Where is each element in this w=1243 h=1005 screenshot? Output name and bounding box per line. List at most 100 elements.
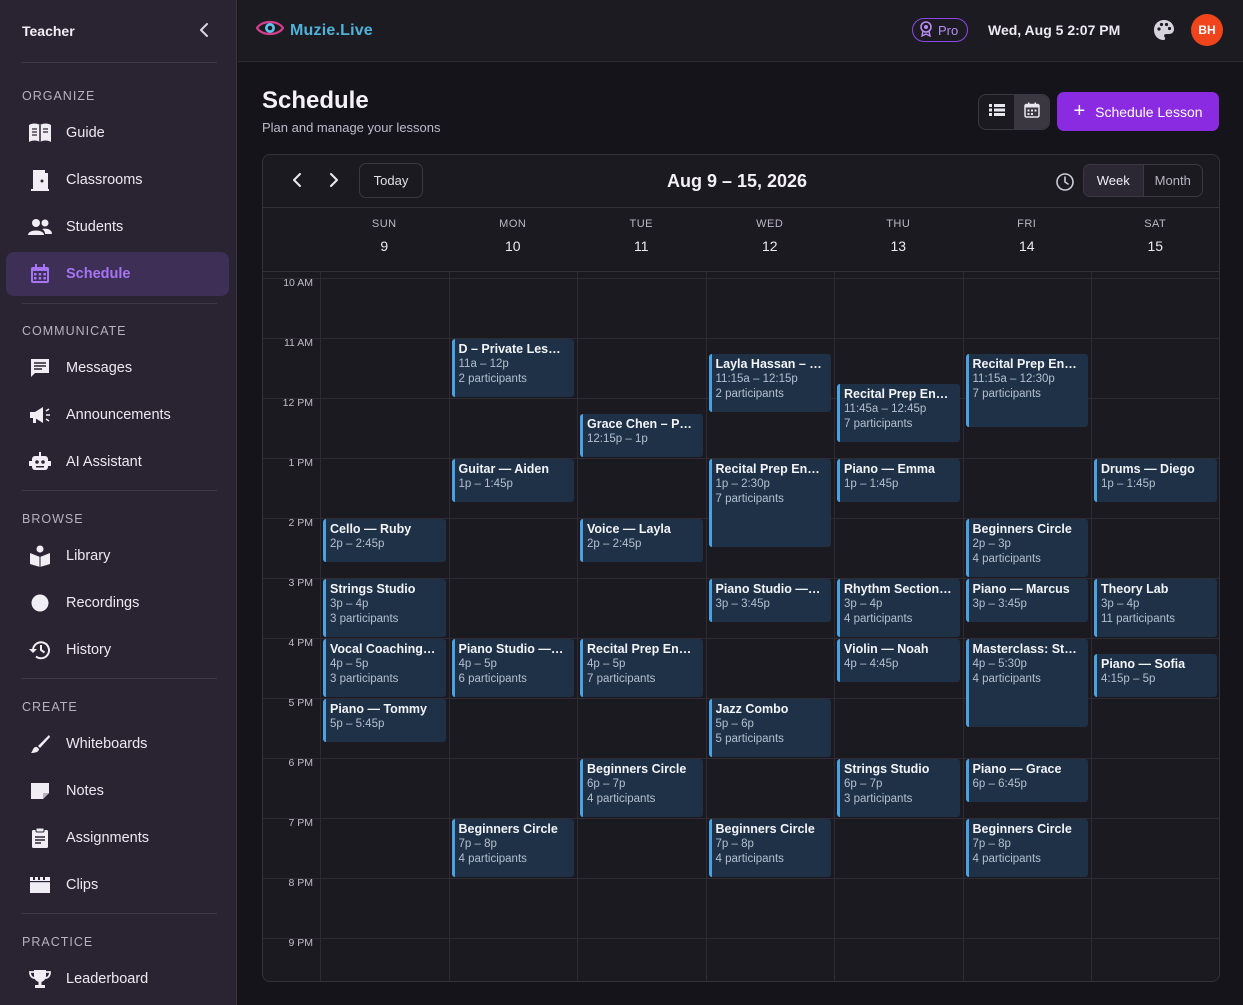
sidebar-item-notes[interactable]: Notes xyxy=(6,769,229,813)
sidebar-item-whiteboards[interactable]: Whiteboards xyxy=(6,722,229,766)
pro-badge[interactable]: Pro xyxy=(912,18,969,42)
month-view-button[interactable]: Month xyxy=(1142,165,1203,196)
lesson-event[interactable]: Masterclass: St… 4p – 5:30p 4 participants xyxy=(965,639,1088,727)
logo[interactable]: Muzie.Live xyxy=(255,18,373,43)
sidebar-divider xyxy=(22,303,217,304)
collapse-sidebar-icon[interactable] xyxy=(194,21,214,42)
event-time: 7p – 8p xyxy=(972,838,1011,850)
sidebar-item-leaderboard[interactable]: Leaderboard xyxy=(6,957,229,1001)
event-title: Recital Prep En… xyxy=(844,387,949,401)
sidebar-item-recordings[interactable]: Recordings xyxy=(6,581,229,625)
lesson-event[interactable]: Jazz Combo 5p – 6p 5 participants xyxy=(708,699,831,757)
event-time: 4p – 5p xyxy=(587,658,626,670)
lesson-event[interactable]: Beginners Circle 7p – 8p 4 participants xyxy=(451,819,574,877)
sidebar-item-label: History xyxy=(66,642,112,658)
list-view-button[interactable] xyxy=(979,95,1014,129)
lesson-event[interactable]: D – Private Les… 11a – 12p 2 participants xyxy=(451,339,574,397)
calendar-view-button[interactable] xyxy=(1014,95,1049,129)
lesson-event[interactable]: Piano — Marcus 3p – 3:45p xyxy=(965,579,1088,622)
event-title: Guitar — Aiden xyxy=(458,462,550,476)
lesson-event[interactable]: Beginners Circle 6p – 7p 4 participants xyxy=(580,759,703,817)
lesson-event[interactable]: Guitar — Aiden 1p – 1:45p xyxy=(451,459,574,502)
lesson-event[interactable]: Drums — Diego 1p – 1:45p xyxy=(1094,459,1217,502)
sidebar-item-guide[interactable]: Guide xyxy=(6,111,229,155)
sidebar-item-announcements[interactable]: Announcements xyxy=(6,393,229,437)
lesson-event[interactable]: Violin — Noah 4p – 4:45p xyxy=(837,639,960,682)
event-time: 4:15p – 5p xyxy=(1101,673,1156,685)
event-participants: 3 participants xyxy=(330,672,399,685)
lesson-event[interactable]: Beginners Circle 2p – 3p 4 participants xyxy=(965,519,1088,577)
event-time: 3p – 3:45p xyxy=(715,598,770,610)
event-participants: 4 participants xyxy=(844,612,913,625)
lesson-event[interactable]: Piano — Emma 1p – 1:45p xyxy=(837,459,960,502)
lesson-event[interactable]: Cello — Ruby 2p – 2:45p xyxy=(323,519,446,562)
event-title: Beginners Circle xyxy=(972,822,1072,836)
event-time: 11:15a – 12:15p xyxy=(715,373,798,385)
lesson-event[interactable]: Strings Studio 6p – 7p 3 participants xyxy=(837,759,960,817)
clock-icon[interactable] xyxy=(1055,172,1075,192)
lesson-event[interactable]: Layla Hassan – … 11:15a – 12:15p 2 partici… xyxy=(708,354,831,412)
event-time: 6p – 7p xyxy=(587,778,626,790)
sidebar-item-students[interactable]: Students xyxy=(6,205,229,249)
sidebar-divider xyxy=(22,678,217,679)
lesson-event[interactable]: Grace Chen – P… 12:15p – 1p xyxy=(580,414,703,457)
robot-icon xyxy=(28,450,52,474)
lesson-event[interactable]: Recital Prep En… 1p – 2:30p 7 participants xyxy=(708,459,831,547)
event-time: 11a – 12p xyxy=(458,358,509,370)
lesson-event[interactable]: Piano — Sofia 4:15p – 5p xyxy=(1094,654,1217,697)
sidebar-divider xyxy=(22,490,217,491)
lesson-event[interactable]: Beginners Circle 7p – 8p 4 participants xyxy=(965,819,1088,877)
lesson-event[interactable]: Recital Prep En… 11:15a – 12:30p 7 partici… xyxy=(965,354,1088,427)
lesson-event[interactable]: Piano Studio —… 4p – 5p 6 participants xyxy=(451,639,574,697)
lesson-event[interactable]: Piano — Grace 6p – 6:45p xyxy=(965,759,1088,802)
lesson-event[interactable]: Piano — Tommy 5p – 5:45p xyxy=(323,699,446,742)
sidebar-item-label: Library xyxy=(66,548,111,564)
lesson-event[interactable]: Theory Lab 3p – 4p 11 participants xyxy=(1094,579,1217,637)
event-title: Recital Prep En… xyxy=(715,462,820,476)
calendar: Today Aug 9 – 15, 2026 Week Month SUN 9 MO… xyxy=(262,154,1220,982)
hour-label: 2 PM xyxy=(288,517,313,529)
lesson-event[interactable]: Piano Studio —… 3p – 3:45p xyxy=(708,579,831,622)
sidebar-item-schedule[interactable]: Schedule xyxy=(6,252,229,296)
lesson-event[interactable]: Voice — Layla 2p – 2:45p xyxy=(580,519,703,562)
topbar: Muzie.Live Pro Wed, Aug 5 2:07 PM BH xyxy=(238,0,1243,62)
prev-week-button[interactable] xyxy=(285,169,309,193)
schedule-lesson-button[interactable]: + Schedule Lesson xyxy=(1057,92,1219,131)
today-button[interactable]: Today xyxy=(359,163,423,198)
lesson-event[interactable]: Recital Prep En… 4p – 5p 7 participants xyxy=(580,639,703,697)
event-time: 1p – 1:45p xyxy=(844,478,899,490)
sidebar-item-label: Messages xyxy=(66,360,133,376)
sidebar-item-history[interactable]: History xyxy=(6,628,229,672)
lesson-event[interactable]: Vocal Coaching… 4p – 5p 3 participants xyxy=(323,639,446,697)
next-week-button[interactable] xyxy=(322,169,346,193)
lesson-event[interactable]: Recital Prep En… 11:45a – 12:45p 7 partici… xyxy=(837,384,960,442)
event-time: 1p – 1:45p xyxy=(458,478,513,490)
sidebar-item-clips[interactable]: Clips xyxy=(6,863,229,907)
day-number: 15 xyxy=(1147,238,1164,254)
lesson-event[interactable]: Beginners Circle 7p – 8p 4 participants xyxy=(708,819,831,877)
hour-label: 1 PM xyxy=(288,457,313,469)
event-participants: 7 participants xyxy=(972,387,1041,400)
event-time: 2p – 3p xyxy=(972,538,1011,550)
sidebar-item-label: Assignments xyxy=(66,830,150,846)
day-column-divider xyxy=(1091,272,1092,981)
day-header-fri: FRI 14 xyxy=(963,208,1092,271)
event-participants: 2 participants xyxy=(715,387,784,400)
sidebar-item-classrooms[interactable]: Classrooms xyxy=(6,158,229,202)
sidebar-item-library[interactable]: Library xyxy=(6,534,229,578)
sidebar-item-messages[interactable]: Messages xyxy=(6,346,229,390)
lesson-event[interactable]: Strings Studio 3p – 4p 3 participants xyxy=(323,579,446,637)
day-number: 11 xyxy=(633,238,649,254)
event-time: 11:45a – 12:45p xyxy=(844,403,927,415)
palette-icon[interactable] xyxy=(1153,19,1175,41)
day-column-divider xyxy=(577,272,578,981)
avatar[interactable]: BH xyxy=(1191,14,1223,46)
sidebar-item-ai-assistant[interactable]: AI Assistant xyxy=(6,440,229,484)
event-title: Beginners Circle xyxy=(458,822,558,836)
week-view-button[interactable]: Week xyxy=(1084,165,1143,196)
record-icon xyxy=(28,591,52,615)
hour-label: 6 PM xyxy=(288,757,313,769)
lesson-event[interactable]: Rhythm Section… 3p – 4p 4 participants xyxy=(837,579,960,637)
sidebar-item-assignments[interactable]: Assignments xyxy=(6,816,229,860)
sidebar-item-label: AI Assistant xyxy=(66,454,142,470)
